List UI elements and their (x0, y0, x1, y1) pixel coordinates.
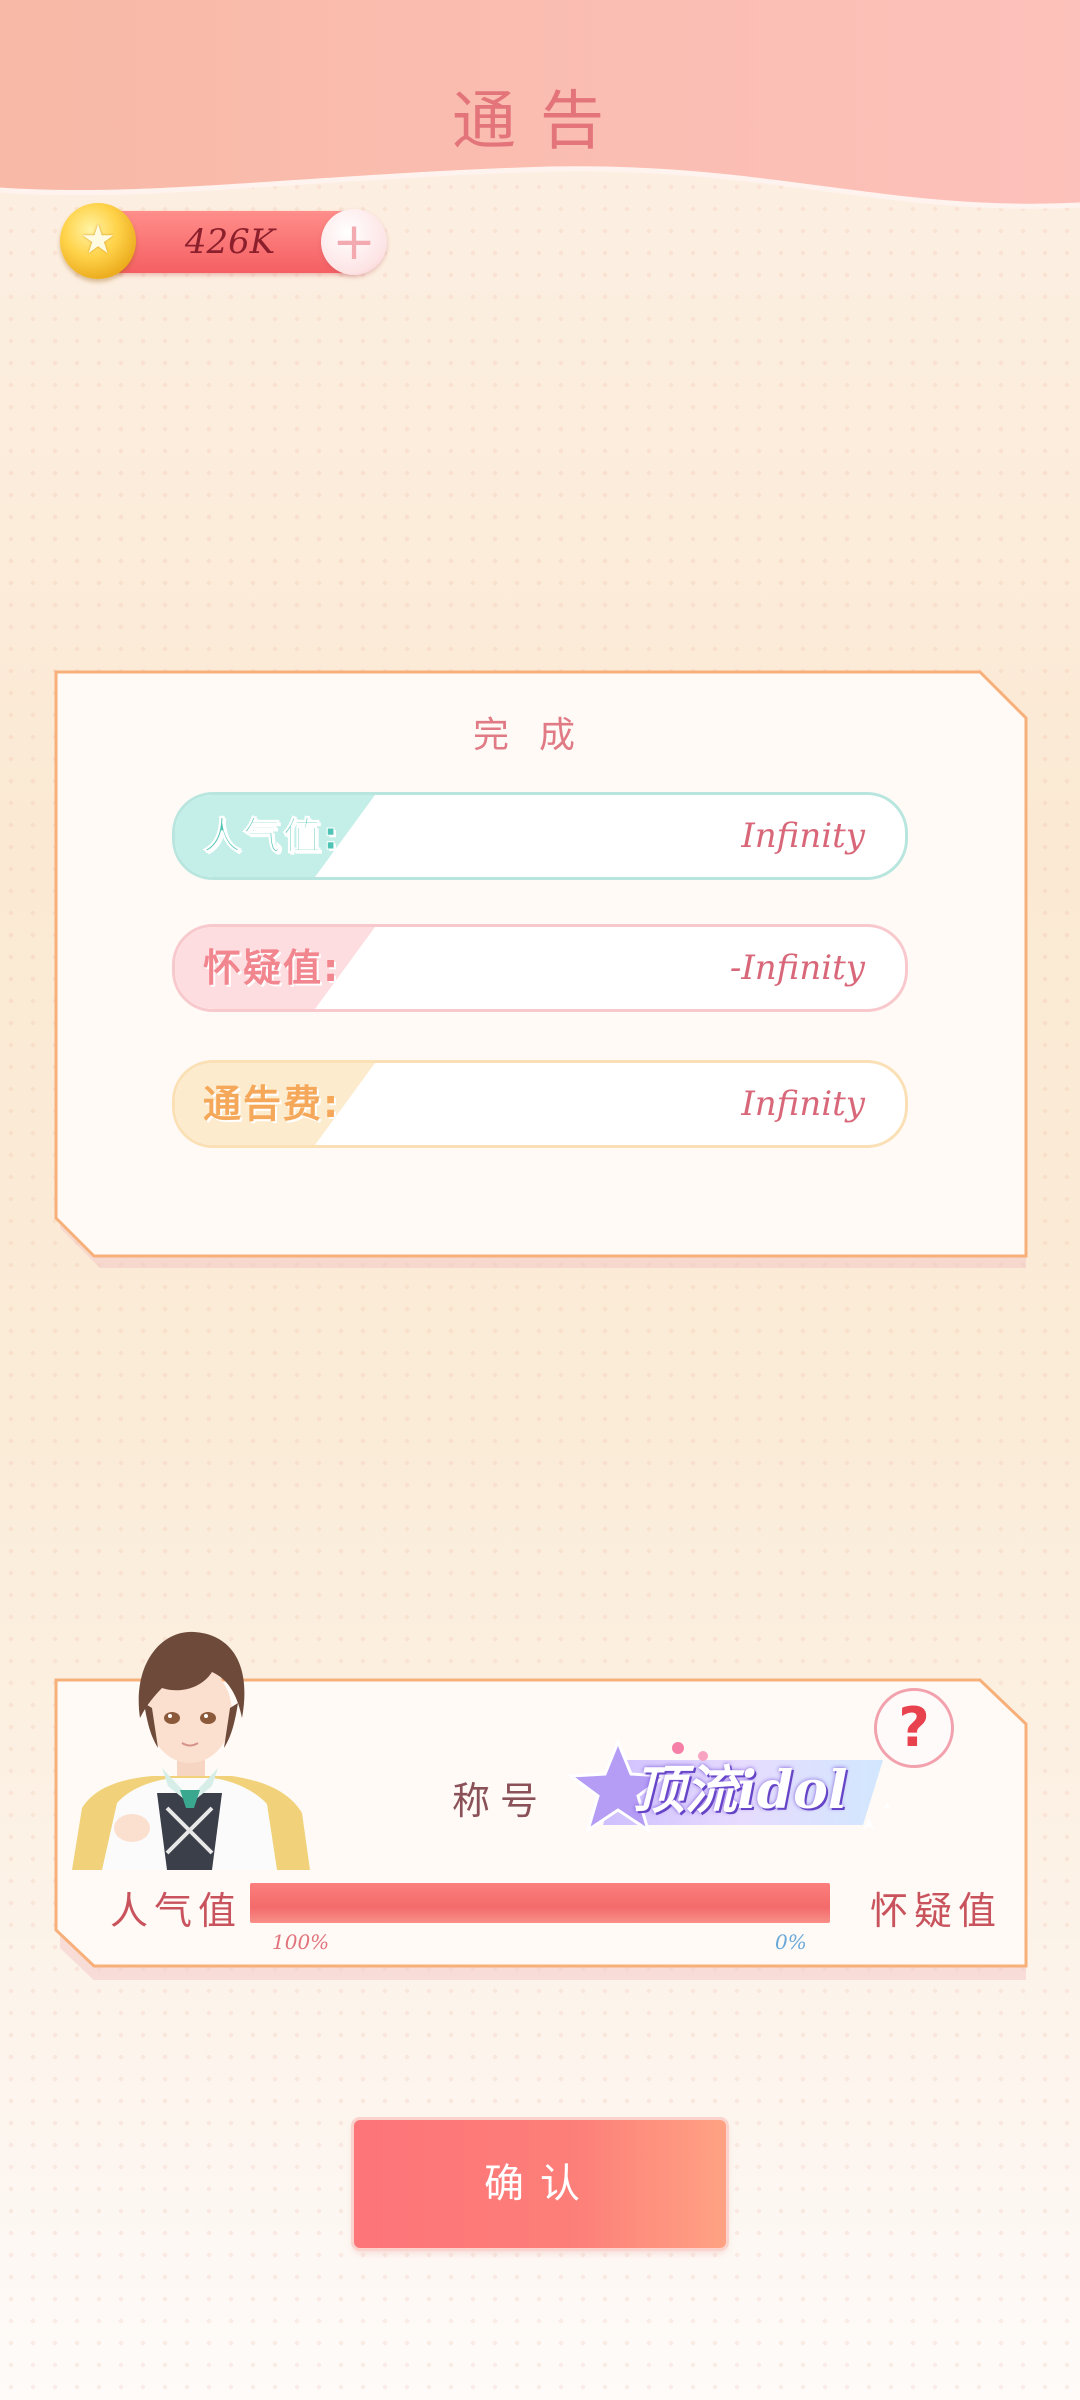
coin-icon: ★ (60, 203, 136, 279)
question-icon: ? (898, 1696, 930, 1759)
stat-value: Infinity (741, 816, 865, 856)
suspicion-percent: 0% (775, 1930, 807, 1954)
coin-value: 426K (184, 222, 276, 262)
stat-value: Infinity (741, 1084, 865, 1124)
stat-row-fee: 通告费: Infinity (172, 1060, 908, 1148)
character-avatar (62, 1608, 322, 1870)
title-label: 称号 (452, 1779, 549, 1823)
popularity-percent: 100% (272, 1930, 330, 1954)
plus-icon: + (332, 212, 376, 272)
confirm-button[interactable]: 确认 (354, 2120, 726, 2248)
page-title: 通告 (452, 85, 628, 159)
star-icon: ★ (80, 217, 116, 263)
stat-row-popularity: 人气值: Infinity (172, 792, 908, 880)
title-badge-text: 顶流idol (633, 1760, 848, 1821)
stat-label: 怀疑值: (203, 946, 341, 990)
confirm-label: 确认 (484, 2161, 596, 2207)
stat-row-suspicion: 怀疑值: -Infinity (172, 924, 908, 1012)
suspicion-label: 怀疑值 (870, 1889, 1003, 1933)
popularity-label: 人气值 (110, 1889, 243, 1933)
stat-label: 通告费: (203, 1082, 341, 1126)
stat-label: 人气值: (202, 814, 341, 859)
coin-counter: ★ 426K + (60, 203, 390, 279)
header: 通告 (0, 0, 1080, 215)
stat-value: -Infinity (729, 948, 865, 988)
result-title: 完成 (472, 715, 605, 756)
popularity-fill (250, 1883, 830, 1923)
help-button[interactable]: ? (874, 1688, 954, 1768)
add-coins-button[interactable]: + (321, 209, 387, 275)
popularity-suspicion-bar (250, 1883, 830, 1923)
title-badge: 顶流idol (563, 1730, 908, 1850)
result-panel: 完成 人气值: Infinity 怀疑值: -Infinity 通告费: Inf… (54, 670, 1029, 1270)
